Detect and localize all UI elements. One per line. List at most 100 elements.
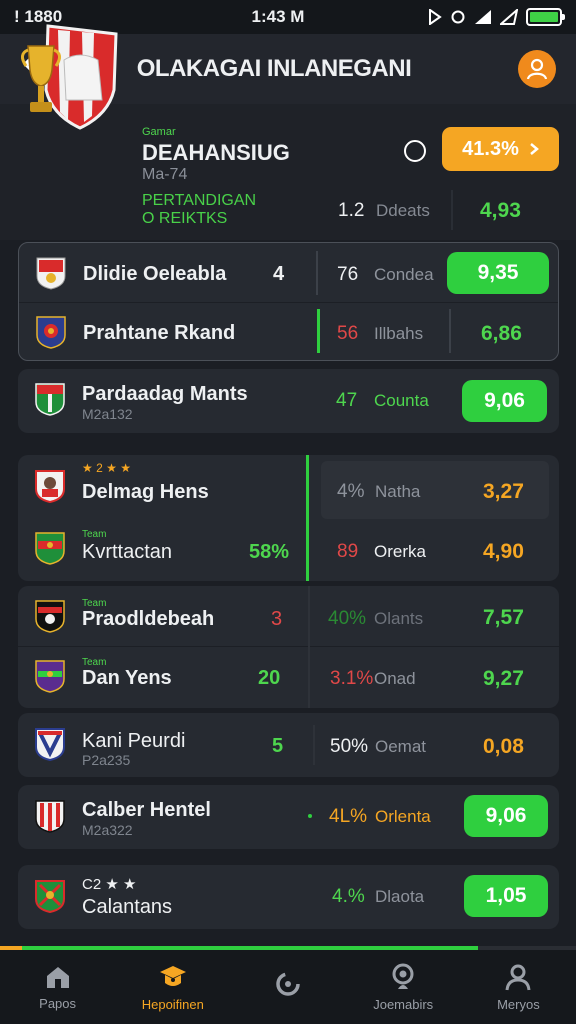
odds-value[interactable]: 6,86 bbox=[481, 322, 522, 346]
match-card[interactable]: Team Praodldebeah 3 40% Olants 7,57 Team… bbox=[18, 586, 559, 708]
match-code: M2a322 bbox=[82, 822, 133, 838]
match-card[interactable]: Dlidie Oeleabla 4 76 Condea 9,35 Prahtan… bbox=[18, 242, 559, 361]
odds-value[interactable]: 3,27 bbox=[483, 480, 524, 504]
match-card[interactable]: Pardaadag Mants M2a132 47 Counta 9,06 bbox=[18, 369, 559, 433]
play-icon bbox=[429, 9, 442, 25]
column-divider bbox=[313, 725, 315, 765]
club-crest-icon bbox=[35, 383, 65, 416]
market-value: 4% bbox=[337, 481, 365, 502]
club-crest-icon bbox=[35, 660, 65, 693]
market-value: 47 bbox=[336, 390, 358, 411]
team-name: Praodldebeah bbox=[82, 608, 215, 630]
match-code: M2a132 bbox=[82, 406, 133, 422]
team-name: Kani Peurdi bbox=[82, 730, 186, 752]
page-title: OLAKAGAI INLANEGANI bbox=[136, 55, 412, 82]
odds-value[interactable]: 9,27 bbox=[483, 667, 524, 691]
graduation-cap-icon bbox=[159, 965, 186, 986]
match-code: P2a235 bbox=[82, 752, 131, 768]
market-value: 56 bbox=[337, 323, 359, 344]
match-row[interactable]: Dlidie Oeleabla 4 76 Condea 9,35 bbox=[19, 243, 558, 303]
match-card[interactable]: Calber Hentel M2a322 4L% Orlenta 9,06 bbox=[18, 785, 559, 849]
live-indicator bbox=[306, 455, 309, 581]
pin-icon[interactable] bbox=[404, 140, 426, 162]
nav-item-journals[interactable]: Joemabirs bbox=[346, 950, 461, 1024]
team-name: Delmag Hens bbox=[82, 481, 209, 503]
odds-value[interactable]: 0,08 bbox=[483, 735, 524, 759]
team-name: Kvrttactan bbox=[82, 541, 173, 563]
user-icon bbox=[526, 58, 548, 80]
bottom-nav: Papos Hepoifinen Joemabirs Meryos bbox=[0, 950, 576, 1024]
team-name: Calber Hentel bbox=[82, 799, 211, 821]
odds-button[interactable]: 1,05 bbox=[464, 875, 548, 917]
odds-button[interactable]: 9,06 bbox=[462, 380, 547, 422]
rating-stars: ★ 2 ★ ★ bbox=[82, 461, 131, 475]
featured-odd[interactable]: 4,93 bbox=[480, 199, 521, 223]
match-row[interactable]: Team Praodldebeah 3 40% Olants 7,57 bbox=[18, 586, 559, 646]
match-row[interactable]: Team Dan Yens 20 3.1% Onad 9,27 bbox=[18, 647, 559, 707]
market-value: 40% bbox=[328, 608, 367, 629]
match-row[interactable]: Team Kvrttactan 58% 89 Orerka 4,90 bbox=[18, 519, 559, 579]
market-value: 50% bbox=[330, 736, 369, 757]
team-name: Prahtane Rkand bbox=[83, 322, 236, 344]
team-score: 5 bbox=[272, 735, 284, 757]
nav-label: Papos bbox=[39, 995, 77, 1011]
team-name: Dan Yens bbox=[82, 667, 172, 689]
team-name: Dlidie Oeleabla bbox=[83, 263, 227, 285]
column-divider bbox=[308, 586, 310, 708]
odds-value[interactable]: 4,90 bbox=[483, 540, 524, 564]
market-label: Natha bbox=[375, 482, 421, 501]
team-score: 58% bbox=[249, 541, 290, 563]
nav-label: Joemabirs bbox=[373, 996, 434, 1012]
club-crest-icon bbox=[35, 470, 65, 503]
column-divider bbox=[316, 251, 318, 295]
team-name: Pardaadag Mants bbox=[82, 383, 248, 405]
market-label: Condea bbox=[374, 265, 434, 284]
featured-odds-value: 41.3% bbox=[462, 137, 519, 160]
match-card[interactable]: C2 ★ ★ Calantans 4.% Dlaota 1,05 bbox=[18, 865, 559, 929]
featured-small-label: Gamar bbox=[142, 126, 176, 138]
odds-button[interactable]: 9,06 bbox=[464, 795, 548, 837]
market-label: Oemat bbox=[375, 737, 427, 756]
odds-value[interactable]: 7,57 bbox=[483, 606, 524, 630]
trophy-shield-icon bbox=[21, 24, 118, 130]
nav-item-home[interactable]: Papos bbox=[0, 950, 115, 1024]
market-label: Orlenta bbox=[375, 807, 431, 826]
market-value: 4L% bbox=[329, 806, 368, 827]
match-card[interactable]: Kani Peurdi P2a235 5 50% Oemat 0,08 bbox=[18, 713, 559, 777]
sync-icon bbox=[451, 10, 465, 24]
featured-title: DEAHANSIUG bbox=[142, 140, 290, 165]
nav-label: Hepoifinen bbox=[141, 996, 204, 1012]
market-label: Dlaota bbox=[375, 887, 425, 906]
market-value: 76 bbox=[337, 264, 359, 285]
status-time: 1:43 M bbox=[251, 7, 305, 26]
team-score: 3 bbox=[271, 608, 283, 630]
live-indicator bbox=[317, 309, 320, 353]
nav-item-profile[interactable]: Meryos bbox=[461, 950, 576, 1024]
home-icon bbox=[46, 966, 69, 988]
profile-icon bbox=[505, 964, 531, 990]
team-name: Calantans bbox=[82, 896, 173, 918]
team-score: 20 bbox=[258, 667, 281, 689]
rating-stars: C2 ★ ★ bbox=[82, 876, 137, 893]
featured-status-line-1: PERTANDIGAN bbox=[142, 192, 257, 209]
club-crest-icon bbox=[36, 316, 66, 349]
nav-label: Meryos bbox=[497, 996, 540, 1012]
odds-button[interactable]: 9,35 bbox=[447, 252, 549, 294]
podcast-icon bbox=[392, 963, 414, 989]
refresh-icon bbox=[276, 972, 300, 996]
nav-item-refresh[interactable] bbox=[230, 950, 345, 1024]
market-value: 89 bbox=[337, 541, 359, 562]
column-divider bbox=[449, 309, 451, 353]
match-card[interactable]: ★ 2 ★ ★ Delmag Hens 4% Natha 3,27 Team K… bbox=[18, 455, 559, 581]
club-crest-icon bbox=[35, 532, 65, 565]
match-row[interactable]: Prahtane Rkand 56 Illbahs 6,86 bbox=[19, 302, 558, 360]
nav-item-learning[interactable]: Hepoifinen bbox=[115, 950, 230, 1024]
match-row[interactable]: ★ 2 ★ ★ Delmag Hens 4% Natha 3,27 bbox=[18, 455, 559, 515]
market-value: 4.% bbox=[332, 886, 365, 907]
featured-odds-button[interactable]: 41.3% bbox=[442, 127, 559, 171]
team-score: 4 bbox=[273, 263, 285, 285]
profile-avatar-button[interactable] bbox=[518, 50, 556, 88]
signal-icon bbox=[475, 10, 491, 24]
market-label: Orerka bbox=[374, 542, 426, 561]
club-crest-icon bbox=[35, 800, 65, 833]
